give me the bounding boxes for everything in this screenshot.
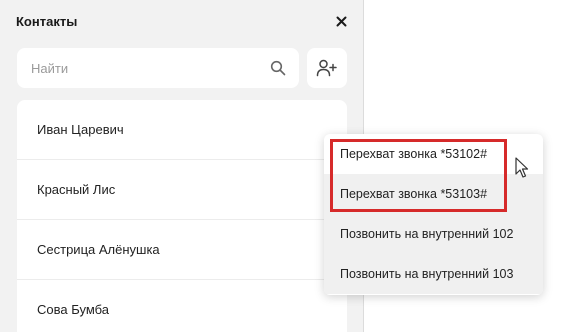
contact-name: Красный Лис <box>37 182 116 197</box>
search-icon[interactable] <box>269 59 287 77</box>
contact-item[interactable]: Иван Царевич <box>17 100 347 160</box>
contact-name: Сова Бумба <box>37 302 109 317</box>
panel-header: Контакты <box>16 10 350 32</box>
search-input[interactable] <box>31 60 269 76</box>
contact-item[interactable]: Сова Бумба <box>17 280 347 332</box>
contact-name: Сестрица Алёнушка <box>37 242 160 257</box>
mouse-cursor-icon <box>515 157 529 178</box>
panel-title: Контакты <box>16 13 78 29</box>
menu-item-call-103[interactable]: Позвонить на внутренний 103 <box>324 254 543 294</box>
menu-item-intercept-53102[interactable]: Перехват звонка *53102# <box>324 134 543 174</box>
contact-item[interactable]: Сестрица Алёнушка <box>17 220 347 280</box>
contact-context-menu: Перехват звонка *53102# Перехват звонка … <box>324 134 543 295</box>
menu-item-call-102[interactable]: Позвонить на внутренний 102 <box>324 214 543 254</box>
add-contact-button[interactable] <box>307 48 347 88</box>
contact-name: Иван Царевич <box>37 122 124 137</box>
close-icon <box>336 16 346 26</box>
contact-item[interactable]: Красный Лис <box>17 160 347 220</box>
contacts-panel: Контакты Иван Царевич Красный Лис <box>0 0 364 332</box>
menu-item-intercept-53103[interactable]: Перехват звонка *53103# <box>324 174 543 214</box>
add-person-icon <box>316 59 337 77</box>
contact-list: Иван Царевич Красный Лис Сестрица Алёнуш… <box>17 100 347 332</box>
close-button[interactable] <box>332 12 350 30</box>
search-box <box>17 48 299 88</box>
